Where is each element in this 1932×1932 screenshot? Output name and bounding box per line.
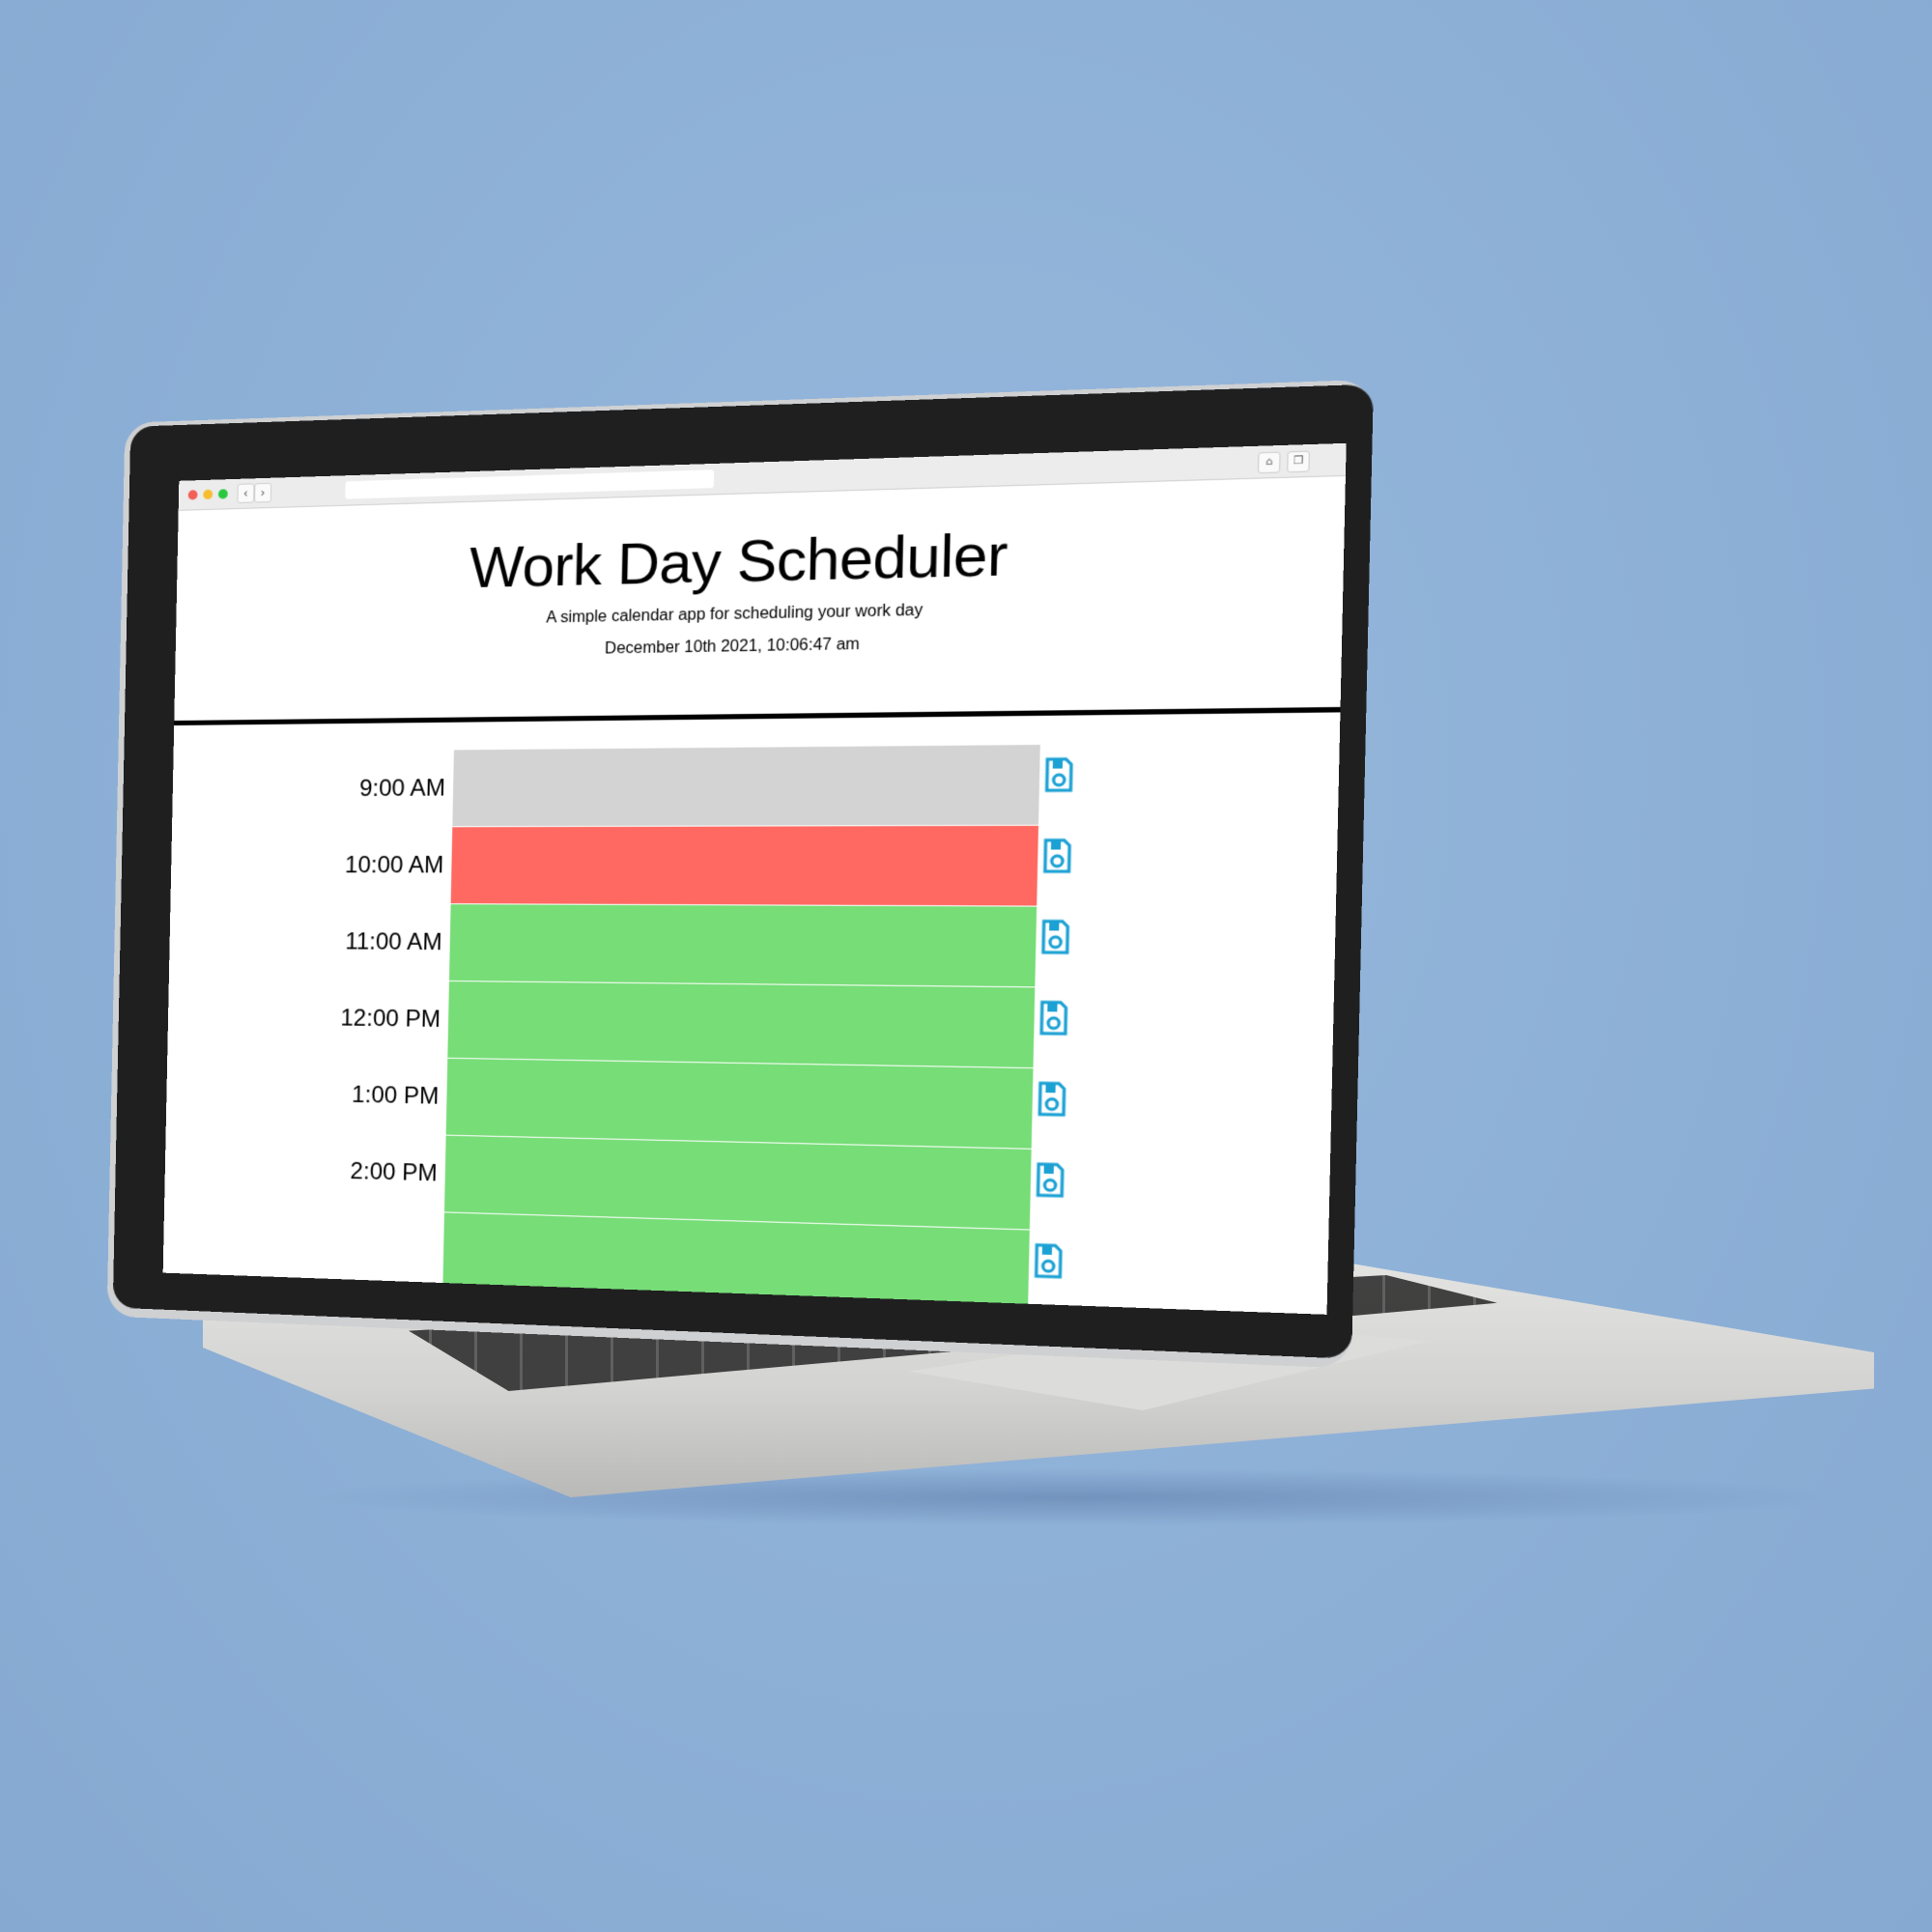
- save-button[interactable]: [1043, 756, 1074, 794]
- floppy-disk-icon: [1033, 1242, 1064, 1281]
- timeblock-row: 11:00 AM: [169, 902, 1336, 990]
- floppy-disk-icon: [1041, 838, 1072, 875]
- home-icon[interactable]: ⌂: [1257, 451, 1281, 474]
- timeblock-description[interactable]: [450, 824, 1039, 906]
- browser-window: ‹ › ⌂ ❐ Work Day Scheduler A simple cale…: [162, 442, 1347, 1315]
- save-button[interactable]: [1041, 838, 1072, 875]
- forward-button[interactable]: ›: [254, 482, 272, 503]
- timeblock-row: 9:00 AM: [172, 741, 1340, 827]
- hour-label: 1:00 PM: [351, 1081, 440, 1110]
- close-window-icon[interactable]: [187, 490, 198, 500]
- save-button[interactable]: [1040, 918, 1071, 955]
- floppy-disk-icon: [1043, 756, 1074, 794]
- save-button[interactable]: [1035, 1161, 1065, 1200]
- minimize-window-icon[interactable]: [203, 489, 213, 500]
- page-title: Work Day Scheduler: [469, 521, 1009, 601]
- timeblock-description[interactable]: [448, 903, 1037, 987]
- maximize-window-icon[interactable]: [217, 489, 228, 499]
- save-button[interactable]: [1037, 1080, 1067, 1118]
- back-button[interactable]: ‹: [237, 483, 255, 504]
- hour-label: 2:00 PM: [350, 1157, 438, 1187]
- hour-label: 10:00 AM: [344, 851, 444, 879]
- background-scene: ‹ › ⌂ ❐ Work Day Scheduler A simple cale…: [0, 0, 1932, 1932]
- floppy-disk-icon: [1040, 918, 1071, 955]
- floppy-disk-icon: [1037, 1080, 1067, 1118]
- timeblock-container: 9:00 AM 10:00 AM 11:00 AM 12:00 PM 1:00 PM 2:…: [163, 741, 1340, 1315]
- timeblock-description[interactable]: [452, 743, 1040, 827]
- save-button[interactable]: [1038, 999, 1069, 1037]
- floppy-disk-icon: [1038, 999, 1069, 1037]
- hour-label: 9:00 AM: [358, 775, 446, 803]
- save-button[interactable]: [1033, 1242, 1064, 1281]
- hour-label: 11:00 AM: [344, 928, 442, 956]
- hour-label: 12:00 PM: [340, 1005, 441, 1034]
- timeblock-row: 10:00 AM: [170, 824, 1337, 907]
- hour-label: [305, 1208, 442, 1289]
- floppy-disk-icon: [1035, 1161, 1065, 1200]
- timeblock-description[interactable]: [447, 980, 1036, 1068]
- timeblock-description[interactable]: [445, 1057, 1034, 1149]
- tabs-icon[interactable]: ❐: [1287, 450, 1311, 473]
- current-day: December 10th 2021, 10:06:47 am: [604, 636, 861, 658]
- header: Work Day Scheduler A simple calendar app…: [174, 474, 1346, 725]
